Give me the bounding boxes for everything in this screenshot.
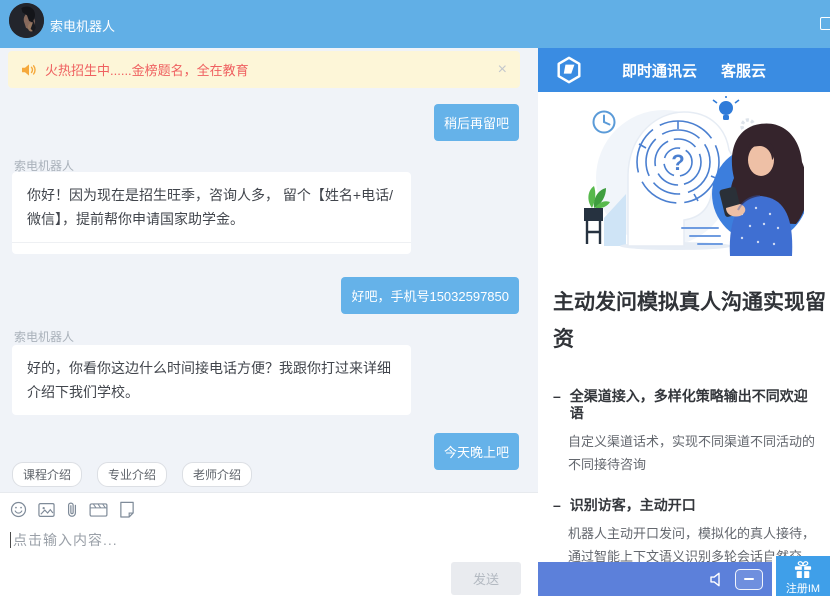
quick-reply-course[interactable]: 课程介绍: [12, 462, 82, 487]
promo-panel: 即时通讯云 客服云 ?: [538, 48, 830, 596]
composer-toolbar: [0, 493, 538, 518]
feature-title-text: 识别访客，主动开口: [570, 497, 696, 514]
bot-message: 好的，你看你这边什么时间接电话方便？我跟你打过来详细介绍下我们学校。: [12, 345, 411, 415]
maze-question-mark: ?: [671, 150, 684, 175]
nav-im-cloud[interactable]: 即时通讯云: [622, 60, 697, 81]
composer: 点击输入内容... 发送: [0, 492, 538, 596]
register-button[interactable]: 注册IM: [776, 556, 830, 596]
promo-header: 即时通讯云 客服云: [538, 48, 830, 92]
quick-reply-major[interactable]: 专业介绍: [97, 462, 167, 487]
top-bar: 索电机器人: [0, 0, 830, 48]
announcement-banner: 火热招生中......金榜题名，全在教育 ×: [8, 51, 520, 88]
close-icon[interactable]: ×: [498, 62, 507, 78]
attachment-icon[interactable]: [66, 501, 78, 518]
bot-message: 你好！因为现在是招生旺季，咨询人多， 留个【姓名+电话/微信】，提前帮你申请国家…: [12, 172, 411, 254]
text-cursor: [10, 532, 11, 548]
minimize-button[interactable]: [735, 569, 763, 590]
mute-speaker-icon[interactable]: [709, 572, 725, 587]
promo-illustration: ?: [538, 92, 830, 260]
external-link-icon[interactable]: [820, 17, 830, 30]
user-message: 今天晚上吧: [434, 433, 519, 470]
announcement-text: 火热招生中......金榜题名，全在教育: [45, 60, 498, 79]
bot-message-footer: [12, 242, 411, 254]
head-maze-illustration: ?: [564, 96, 804, 256]
promo-headline: 主动发问模拟真人沟通实现留资: [553, 284, 826, 358]
feature-desc-text: 自定义渠道话术，实现不同渠道不同活动的不同接待咨询: [568, 430, 818, 476]
bot-sender-label: 索电机器人: [14, 328, 74, 345]
brand-logo-icon: [554, 55, 584, 85]
image-icon[interactable]: [38, 502, 55, 518]
note-icon[interactable]: [119, 501, 135, 518]
bullet-dash: –: [553, 497, 561, 514]
avatar-photo: [9, 3, 44, 38]
window-title: 索电机器人: [50, 16, 115, 35]
bullet-dash: –: [553, 388, 561, 422]
user-message: 好吧，手机号15032597850: [341, 277, 519, 314]
quick-replies: 课程介绍 专业介绍 老师介绍: [12, 462, 252, 487]
feature-title-text: 全渠道接入，多样化策略输出不同欢迎语: [570, 388, 818, 422]
promo-bottom-bar: [538, 562, 772, 596]
video-icon[interactable]: [89, 503, 108, 517]
speaker-icon: [21, 63, 37, 77]
gift-icon: [792, 560, 814, 578]
chat-panel: 火热招生中......金榜题名，全在教育 × 稍后再留吧 索电机器人 你好！因为…: [0, 48, 538, 596]
send-button[interactable]: 发送: [451, 562, 521, 595]
register-label: 注册IM: [786, 580, 820, 596]
user-message: 稍后再留吧: [434, 104, 519, 141]
quick-reply-teacher[interactable]: 老师介绍: [182, 462, 252, 487]
input-placeholder: 点击输入内容...: [13, 530, 118, 550]
avatar: [9, 3, 44, 38]
nav-service-cloud[interactable]: 客服云: [721, 60, 766, 81]
message-input[interactable]: 点击输入内容...: [10, 530, 118, 550]
promo-nav: 即时通讯云 客服云: [622, 60, 766, 81]
bot-message-text: 你好！因为现在是招生旺季，咨询人多， 留个【姓名+电话/微信】，提前帮你申请国家…: [12, 172, 411, 242]
emoji-icon[interactable]: [10, 501, 27, 518]
feature-item: – 全渠道接入，多样化策略输出不同欢迎语 自定义渠道话术，实现不同渠道不同活动的…: [553, 388, 818, 476]
bot-message-text: 好的，你看你这边什么时间接电话方便？我跟你打过来详细介绍下我们学校。: [12, 345, 411, 415]
